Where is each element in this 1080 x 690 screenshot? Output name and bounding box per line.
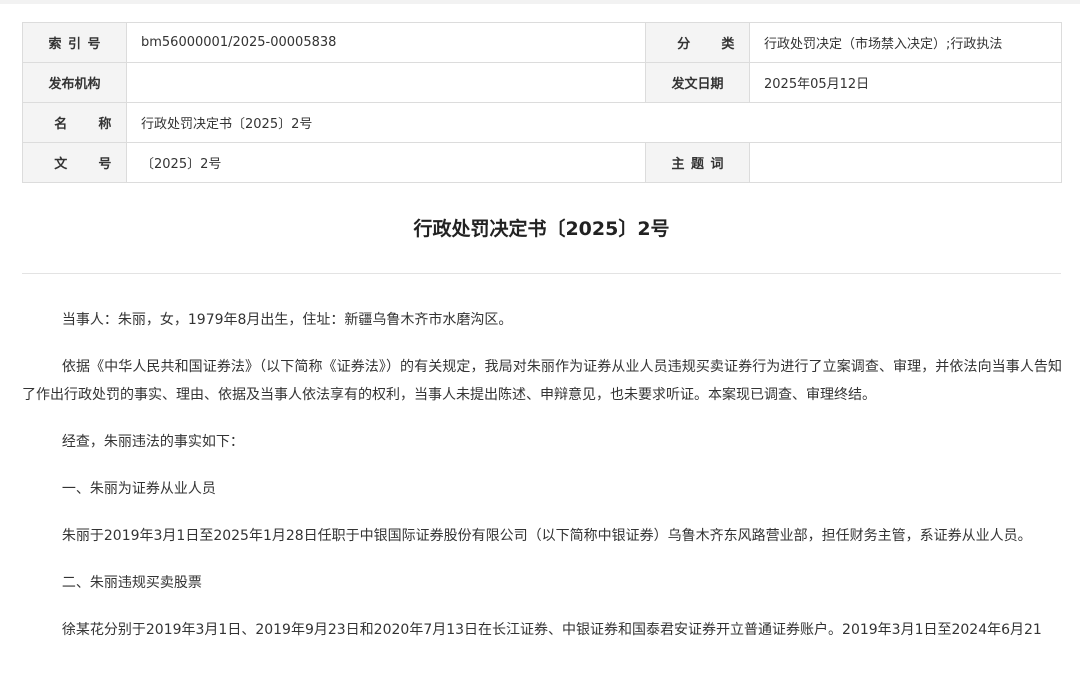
docno-value: 〔2025〕2号 (126, 142, 646, 183)
index-value: bm56000001/2025-00005838 (126, 22, 646, 63)
page: 索引号 bm56000001/2025-00005838 分类 行政处罚决定（市… (0, 0, 1080, 690)
keywords-label: 主题词 (645, 142, 750, 183)
paragraph-basis: 依据《中华人民共和国证券法》（以下简称《证券法》）的有关规定，我局对朱丽作为证券… (22, 359, 1062, 403)
meta-row-index: 索引号 bm56000001/2025-00005838 分类 行政处罚决定（市… (22, 22, 1062, 63)
meta-row-name: 名称 行政处罚决定书〔2025〕2号 (22, 102, 1062, 143)
document-body: 当事人：朱丽，女，1979年8月出生，住址：新疆乌鲁木齐市水磨沟区。 依据《中华… (22, 306, 1062, 663)
document-meta-table: 索引号 bm56000001/2025-00005838 分类 行政处罚决定（市… (22, 22, 1062, 183)
index-label: 索引号 (22, 22, 127, 63)
category-label: 分类 (645, 22, 750, 63)
document-title: 行政处罚决定书〔2025〕2号 (413, 218, 670, 240)
name-label: 名称 (22, 102, 127, 143)
section-heading-1: 一、朱丽为证券从业人员 (61, 481, 216, 497)
paragraph-employment: 朱丽于2019年3月1日至2025年1月28日任职于中银国际证券股份有限公司（以… (61, 528, 1032, 544)
paragraph-findings-intro: 经查，朱丽违法的事实如下： (61, 434, 244, 450)
paragraph-party: 当事人：朱丽，女，1979年8月出生，住址：新疆乌鲁木齐市水磨沟区。 (61, 312, 513, 328)
issuer-label: 发布机构 (22, 62, 127, 103)
section-heading-2: 二、朱丽违规买卖股票 (61, 575, 202, 591)
category-value: 行政处罚决定（市场禁入决定）;行政执法 (749, 22, 1062, 63)
meta-row-issuer: 发布机构 发文日期 2025年05月12日 (22, 62, 1062, 103)
paragraph-accounts: 徐某花分别于2019年3月1日、2019年9月23日和2020年7月13日在长江… (61, 622, 1042, 638)
meta-row-docno: 文号 〔2025〕2号 主题词 (22, 142, 1062, 183)
name-value: 行政处罚决定书〔2025〕2号 (126, 102, 1062, 143)
title-divider (22, 273, 1061, 274)
date-value: 2025年05月12日 (749, 62, 1062, 103)
docno-label: 文号 (22, 142, 127, 183)
keywords-value (749, 142, 1062, 183)
issuer-value (126, 62, 646, 103)
top-bar (0, 0, 1080, 4)
date-label: 发文日期 (645, 62, 750, 103)
